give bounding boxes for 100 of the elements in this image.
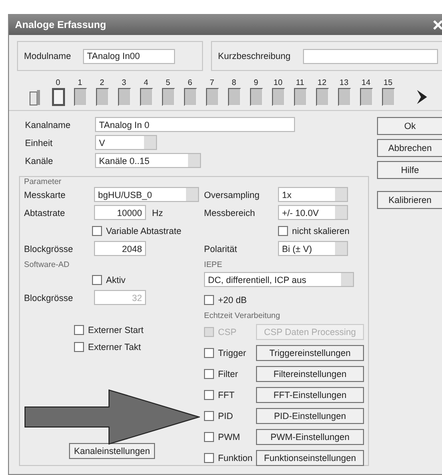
checkbox[interactable] [74, 324, 84, 334]
window-title: Analoge Erfassung [15, 20, 106, 30]
checkbox-label: +20 dB [218, 294, 247, 304]
channel-button[interactable] [52, 88, 64, 106]
field-label: Modulname [24, 51, 72, 61]
channel-number: 7 [210, 78, 214, 88]
arrow-icon[interactable] [415, 88, 429, 106]
channel-number: 6 [188, 78, 192, 88]
dialog-button[interactable]: Abbrechen [377, 139, 442, 157]
settings-button[interactable]: Funktionseinstellungen [256, 450, 364, 466]
arrow-icon [24, 389, 200, 445]
field-label: Messbereich [204, 208, 256, 218]
channel-button[interactable] [206, 88, 218, 106]
checkbox[interactable] [278, 226, 288, 236]
channel-button[interactable] [74, 88, 86, 106]
checkbox-label: Aktiv [106, 274, 126, 284]
channel-button[interactable] [294, 88, 306, 106]
channel-number: 0 [56, 78, 60, 88]
checkbox-label: Funktion [218, 453, 252, 463]
checkbox[interactable] [74, 342, 84, 352]
channel-name-field[interactable]: TAnalog In 0 [95, 117, 295, 132]
channel-number: 10 [274, 78, 282, 88]
section-label: IEPE [204, 260, 224, 269]
channel-button[interactable] [250, 88, 262, 106]
dropdown[interactable]: +/- 10.0V [278, 205, 348, 220]
checkbox[interactable] [92, 274, 102, 284]
checkbox-label: Externer Takt [88, 342, 141, 352]
channel-number: 9 [254, 78, 258, 88]
section-label: Software-AD [24, 260, 70, 269]
dialog-button[interactable]: Ok [377, 117, 442, 135]
checkbox-label: Filter [218, 369, 239, 379]
channel-button[interactable] [316, 88, 328, 106]
field-label: Kurzbeschreibung [218, 51, 291, 61]
checkbox-label: nicht skalieren [292, 226, 350, 236]
checkbox[interactable] [204, 411, 214, 421]
channel-button[interactable] [140, 88, 152, 106]
dropdown[interactable]: V [95, 135, 157, 150]
checkbox-label: Variable Abtastrate [106, 226, 182, 236]
channel-button[interactable] [96, 88, 108, 106]
section-label: Echtzeit Verarbeitung [204, 311, 282, 320]
group-title: Parameter [24, 177, 62, 186]
checkbox[interactable] [204, 369, 214, 379]
checkbox[interactable] [92, 226, 102, 236]
checkbox[interactable] [204, 390, 214, 400]
channel-number: 15 [384, 78, 392, 88]
field-label: Oversampling [204, 190, 261, 200]
checkbox[interactable] [204, 453, 214, 463]
settings-button[interactable]: FFT-Einstellungen [256, 387, 364, 403]
field-label: Blockgrösse [24, 244, 74, 254]
dropdown[interactable]: 1x [278, 187, 348, 202]
checkbox[interactable] [204, 432, 214, 442]
checkbox-label: CSP [218, 327, 238, 337]
field-label: Polarität [204, 244, 238, 254]
close-icon[interactable] [433, 20, 442, 30]
description-field[interactable] [302, 48, 438, 64]
settings-button[interactable]: PID-Einstellungen [256, 408, 364, 424]
channel-number: 13 [340, 78, 348, 88]
channel-button[interactable] [360, 88, 372, 106]
checkbox[interactable] [204, 348, 214, 358]
dialog-button[interactable]: Kalibrieren [377, 191, 442, 209]
channel-number: 3 [122, 78, 126, 88]
channel-number: 1 [78, 78, 82, 88]
channel-button[interactable] [382, 88, 394, 106]
module-name-field[interactable]: TAnalog In00 [83, 48, 176, 64]
dropdown[interactable]: Bi (± V) [278, 241, 348, 256]
block-size-field[interactable]: 2048 [94, 241, 146, 256]
channel-number: 4 [144, 78, 148, 88]
checkbox-label: Trigger [218, 348, 248, 358]
field-label: Messkarte [24, 190, 67, 200]
channel-number: 2 [100, 78, 104, 88]
dropdown[interactable]: Kanäle 0..15 [95, 153, 201, 168]
settings-button[interactable]: Filtereinstellungen [256, 366, 364, 382]
channel-number: 12 [318, 78, 326, 88]
settings-button[interactable]: Triggereinstellungen [256, 345, 364, 361]
channel-number: 11 [296, 78, 304, 88]
field-label: Blockgrösse [24, 292, 74, 302]
field-label: Einheit [25, 138, 54, 148]
checkbox[interactable] [204, 294, 214, 304]
channel-number: 5 [166, 78, 170, 88]
dropdown[interactable]: bgHU/USB_0 [94, 187, 199, 202]
channel-number: 8 [232, 78, 236, 88]
channel-button[interactable] [338, 88, 350, 106]
channel-button[interactable] [118, 88, 130, 106]
channel-settings-button[interactable]: Kanaleinstellungen [68, 443, 156, 459]
dialog-button[interactable]: Hilfe [377, 161, 442, 179]
unit-label: Hz [152, 208, 163, 218]
channel-button[interactable] [184, 88, 196, 106]
channel-button[interactable] [162, 88, 174, 106]
rate-field[interactable]: 10000 [94, 205, 146, 220]
field-label: Abtastrate [24, 208, 66, 218]
channel-button[interactable] [228, 88, 240, 106]
checkbox-label: PID [218, 411, 234, 421]
dropdown[interactable]: DC, differentiell, ICP aus [204, 272, 354, 287]
checkbox-label: Externer Start [88, 324, 144, 334]
channel-button[interactable] [272, 88, 284, 106]
channel-number: 14 [362, 78, 370, 88]
checkbox-label: FFT [218, 390, 236, 400]
field-label: Kanäle [25, 156, 54, 166]
field-label: Kanalname [25, 120, 72, 130]
settings-button[interactable]: PWM-Einstellungen [256, 429, 364, 445]
